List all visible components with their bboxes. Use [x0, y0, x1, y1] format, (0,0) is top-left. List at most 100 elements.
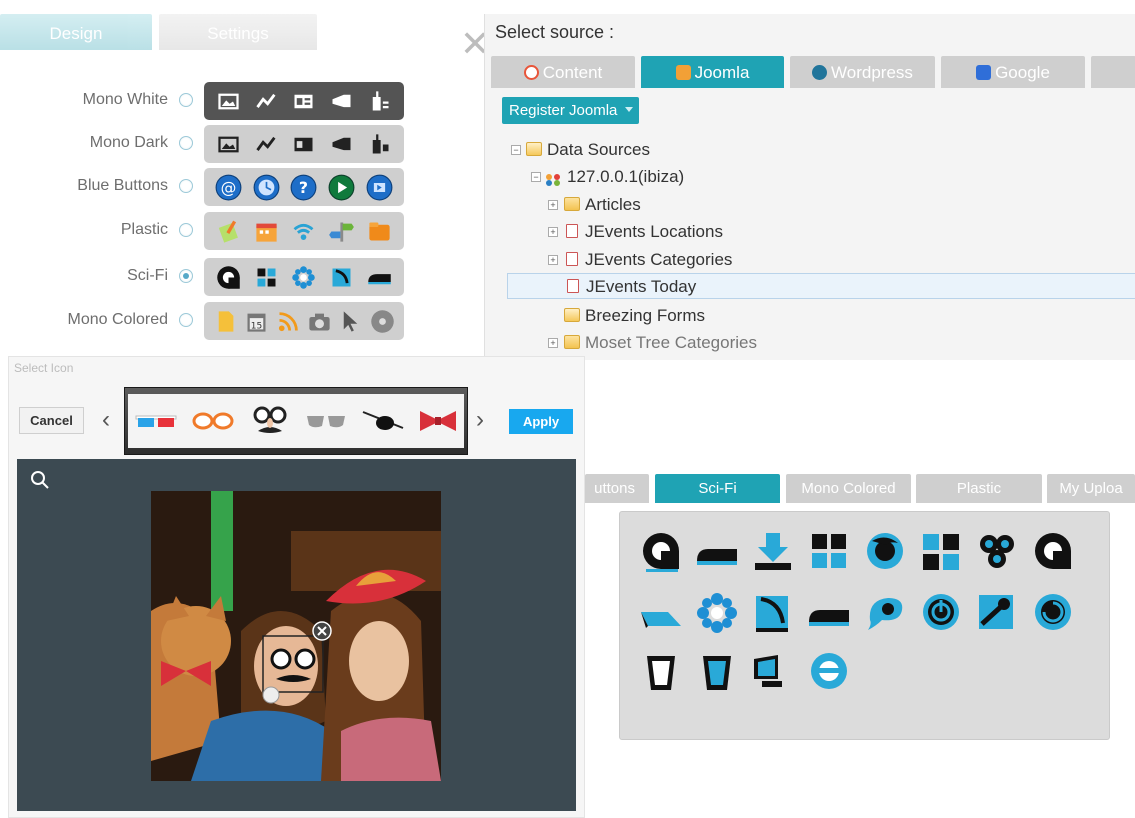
- bowtie-icon[interactable]: [418, 408, 458, 434]
- wifi-icon: [294, 223, 314, 240]
- theme-label: Mono Colored: [67, 311, 169, 328]
- theme-radio[interactable]: [179, 179, 193, 193]
- tab-buttons[interactable]: uttons: [585, 474, 649, 503]
- windows-icon: [257, 268, 276, 286]
- tab-settings[interactable]: Settings: [159, 14, 317, 50]
- steam-icon[interactable]: [974, 590, 1020, 636]
- at-sign-icon: @: [215, 174, 242, 200]
- id-card-icon: [294, 94, 313, 108]
- arrow-slant-icon[interactable]: [638, 590, 684, 636]
- disguise-glasses-icon[interactable]: [248, 399, 292, 443]
- tab-design[interactable]: Design: [0, 14, 152, 50]
- button-icon: [367, 273, 391, 284]
- computer-icon[interactable]: [750, 649, 796, 695]
- cancel-button[interactable]: Cancel: [19, 407, 84, 434]
- at-sign-icon[interactable]: [638, 529, 684, 575]
- tree-label: Breezing Forms: [585, 306, 705, 325]
- notepad-icon: [219, 220, 239, 243]
- collapse-toggle[interactable]: −: [531, 172, 541, 182]
- screenshot-collage: { "top_tabs": ["Design", "Settings"], "t…: [0, 0, 1135, 818]
- expand-toggle[interactable]: +: [548, 255, 558, 265]
- power-icon[interactable]: [918, 590, 964, 636]
- bubble-icon[interactable]: [862, 590, 908, 636]
- theme-radio[interactable]: [179, 223, 193, 237]
- zoom-icon[interactable]: [29, 469, 51, 491]
- apply-button[interactable]: Apply: [509, 409, 573, 434]
- tab-plastic[interactable]: Plastic: [916, 474, 1042, 503]
- download-icon[interactable]: [750, 529, 796, 575]
- flower-icon[interactable]: [694, 590, 740, 636]
- collapse-toggle[interactable]: −: [511, 145, 521, 155]
- tree-label: JEvents Today: [586, 277, 697, 296]
- tree-label: JEvents Categories: [585, 250, 733, 269]
- refresh-icon[interactable]: [1030, 590, 1076, 636]
- button-icon[interactable]: [694, 529, 740, 575]
- document-icon: [567, 279, 579, 293]
- calendar-icon: 15: [247, 313, 266, 332]
- tab-google[interactable]: Google: [941, 56, 1085, 88]
- trash-icon[interactable]: [638, 649, 684, 695]
- folder-icon: [564, 197, 580, 211]
- tree-label: Moset Tree Categories: [585, 333, 757, 352]
- 3d-glasses-icon[interactable]: [134, 410, 178, 432]
- photo-editor-canvas: [17, 459, 576, 811]
- triskelion-icon[interactable]: [974, 529, 1020, 575]
- trash-full-icon[interactable]: [694, 649, 740, 695]
- google-icon: [976, 65, 992, 80]
- expand-toggle[interactable]: +: [548, 227, 558, 237]
- eyepatch-icon[interactable]: [361, 408, 405, 434]
- joomla-icon: [675, 65, 691, 80]
- document-icon: [566, 252, 578, 266]
- svg-text:15: 15: [251, 321, 262, 331]
- tab-my-uploads[interactable]: My Uploa: [1047, 474, 1135, 503]
- theme-preview-strip: 15: [204, 302, 404, 340]
- browser-icon[interactable]: [806, 649, 852, 695]
- theme-preview-strip: [204, 82, 404, 120]
- document-icon: [566, 224, 578, 238]
- firefox-icon[interactable]: [862, 529, 908, 575]
- tiles-icon[interactable]: [918, 529, 964, 575]
- joomla-icon: [545, 169, 561, 186]
- drink-icon: [372, 90, 389, 110]
- orange-glasses-icon[interactable]: [191, 410, 235, 432]
- register-joomla-dropdown[interactable]: Register Joomla: [502, 97, 640, 124]
- id-card-icon: [294, 137, 313, 151]
- tree-label: Data Sources: [547, 140, 650, 159]
- carousel-prev-icon[interactable]: ‹: [102, 407, 110, 433]
- tab-label: Wordpress: [831, 63, 913, 82]
- tab-wordpress[interactable]: Wordpress: [790, 56, 935, 88]
- windows-icon[interactable]: [806, 529, 852, 575]
- theme-row-plastic[interactable]: Plastic: [14, 212, 454, 250]
- expand-toggle[interactable]: +: [548, 338, 558, 348]
- theme-radio[interactable]: [179, 93, 193, 107]
- chart-icon: [256, 93, 276, 108]
- theme-radio[interactable]: [179, 136, 193, 150]
- expand-toggle[interactable]: +: [548, 200, 558, 210]
- theme-row-sci-fi[interactable]: Sci-Fi: [14, 258, 454, 296]
- tab-joomla[interactable]: Joomla: [641, 56, 784, 88]
- theme-row-mono-dark[interactable]: Mono Dark: [14, 125, 454, 163]
- carousel-next-icon[interactable]: ›: [476, 407, 484, 433]
- tab-mono-colored[interactable]: Mono Colored: [786, 474, 911, 503]
- theme-row-mono-colored[interactable]: Mono Colored 15: [14, 302, 454, 340]
- megaphone-icon: [332, 94, 351, 107]
- folder-icon: [564, 335, 580, 349]
- theme-radio-selected[interactable]: [179, 269, 193, 283]
- at-sign-icon[interactable]: [1030, 529, 1076, 575]
- tree-label: JEvents Locations: [585, 222, 723, 241]
- calendar-icon: [256, 223, 277, 242]
- tab-more[interactable]: [1091, 56, 1135, 88]
- theme-radio[interactable]: [179, 313, 193, 327]
- chart-icon: [256, 136, 276, 151]
- button-icon[interactable]: [806, 590, 852, 636]
- sunglasses-icon[interactable]: [304, 410, 348, 432]
- theme-row-blue-buttons[interactable]: Blue Buttons @ ?: [14, 168, 454, 206]
- tree-node-jevents-today[interactable]: JEvents Today: [507, 273, 1135, 299]
- feather-icon[interactable]: [750, 590, 796, 636]
- drink-icon: [372, 133, 389, 153]
- design-settings-tabs: Design Settings: [0, 14, 470, 50]
- select-source-panel: Select source : Content Joomla Wordpress…: [484, 14, 1135, 360]
- tab-sci-fi[interactable]: Sci-Fi: [655, 474, 780, 503]
- theme-row-mono-white[interactable]: Mono White: [14, 82, 454, 120]
- tab-content[interactable]: Content: [491, 56, 635, 88]
